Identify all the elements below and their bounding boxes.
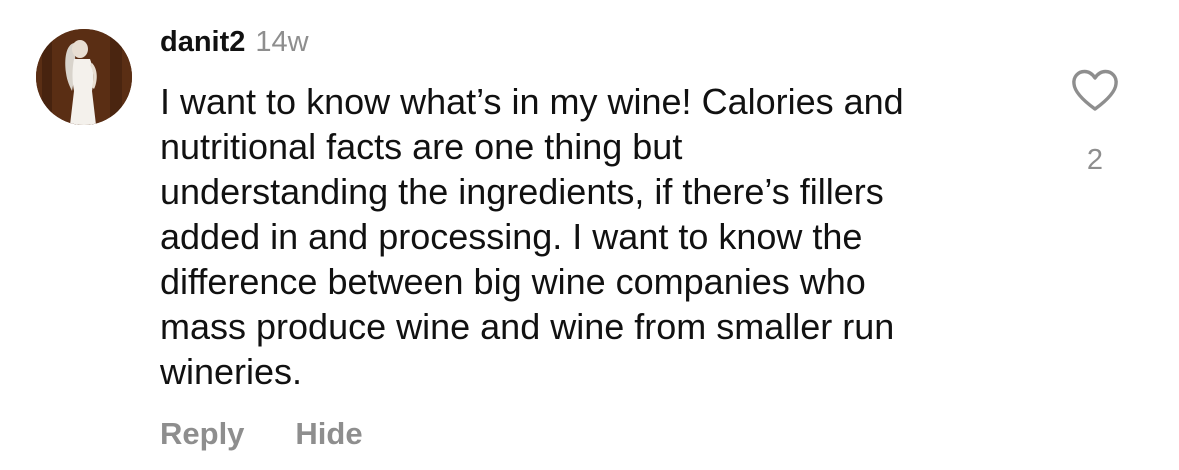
avatar-photo bbox=[36, 29, 132, 125]
username[interactable]: danit2 bbox=[160, 26, 245, 59]
reply-button[interactable]: Reply bbox=[160, 416, 244, 452]
like-count: 2 bbox=[1086, 144, 1104, 176]
comment-actions: Reply Hide bbox=[160, 416, 363, 452]
like-control: 2 bbox=[1064, 68, 1126, 177]
heart-outline-icon[interactable] bbox=[1071, 68, 1119, 112]
comment-body: danit2 14w I want to know what’s in my w… bbox=[160, 26, 1040, 394]
avatar[interactable] bbox=[36, 29, 132, 125]
comment-item: danit2 14w I want to know what’s in my w… bbox=[0, 0, 1179, 470]
comment-text: I want to know what’s in my wine! Calori… bbox=[160, 81, 904, 392]
hide-button[interactable]: Hide bbox=[295, 416, 362, 452]
comment-meta: danit2 14w bbox=[160, 26, 1040, 66]
timestamp: 14w bbox=[255, 26, 309, 58]
